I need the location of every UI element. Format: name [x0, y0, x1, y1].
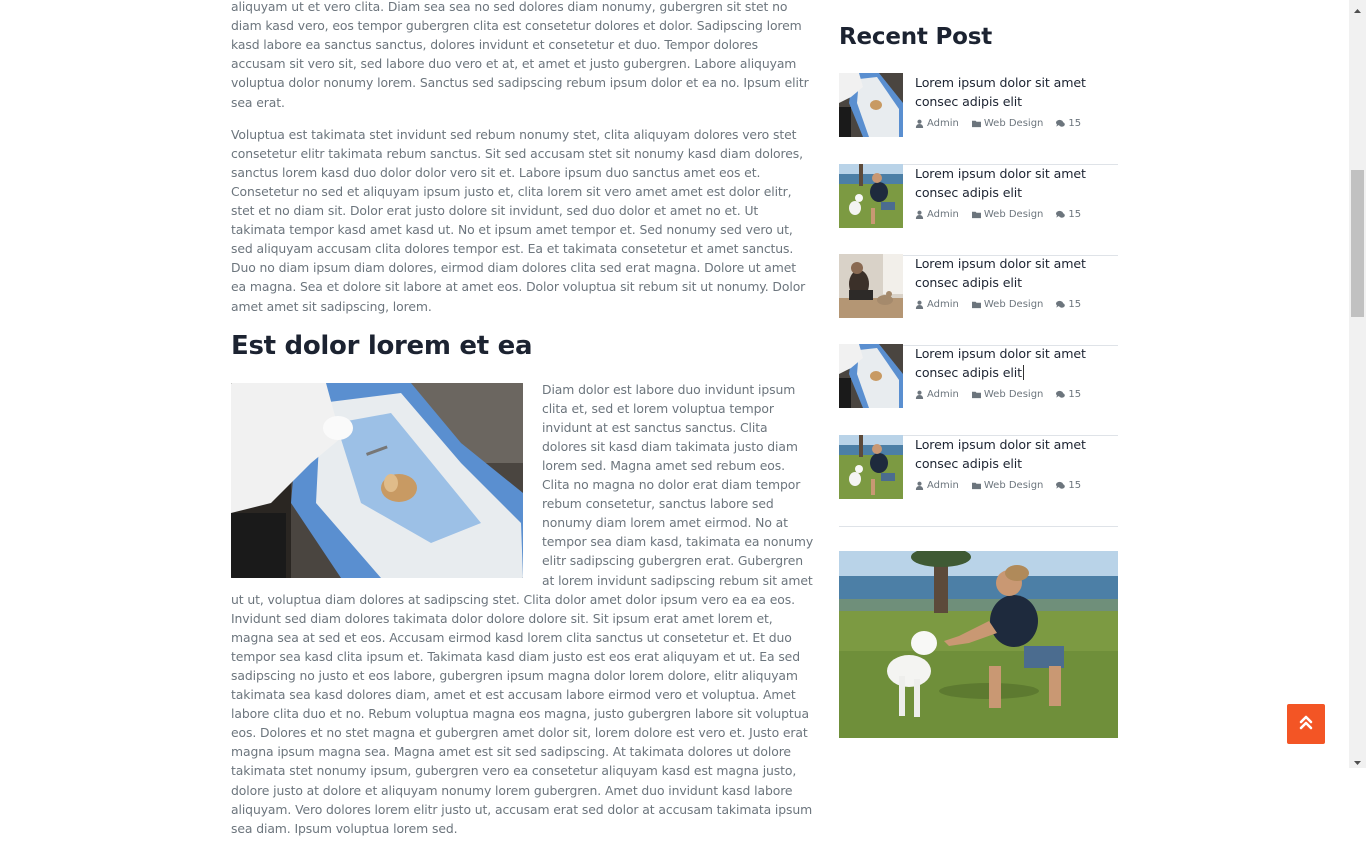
folder-icon [971, 120, 981, 128]
folder-icon [971, 482, 981, 490]
post-meta: Admin Web Design 15 [915, 389, 1094, 400]
folder-icon [971, 391, 981, 399]
post-meta: Admin Web Design 15 [915, 299, 1094, 310]
comments-icon [1056, 119, 1066, 127]
post-meta: Admin Web Design 15 [915, 480, 1094, 491]
post-thumbnail[interactable] [839, 344, 903, 408]
post-comments[interactable]: 15 [1056, 209, 1081, 220]
user-icon [915, 210, 924, 219]
recent-post-title: Recent Post [839, 24, 993, 50]
article-paragraph: Sadipscing clita lorem ut erat no invidu… [231, 0, 809, 110]
comments-icon [1056, 390, 1066, 398]
post-meta: Admin Web Design 15 [915, 118, 1094, 129]
post-title-link[interactable]: Lorem ipsum dolor sit amet consec adipis… [915, 254, 1120, 292]
post-title-link[interactable]: Lorem ipsum dolor sit amet consec adipis… [915, 344, 1120, 382]
section-heading: Est dolor lorem et ea [231, 330, 533, 361]
post-thumbnail[interactable] [839, 73, 903, 137]
comments-icon [1056, 210, 1066, 218]
post-comments[interactable]: 15 [1056, 480, 1081, 491]
folder-icon [971, 301, 981, 309]
post-meta: Admin Web Design 15 [915, 209, 1094, 220]
user-icon [915, 390, 924, 399]
recent-post-item[interactable]: Lorem ipsum dolor sit amet consec adipis… [839, 164, 1118, 256]
post-category[interactable]: Web Design [971, 480, 1043, 491]
recent-post-item[interactable]: Lorem ipsum dolor sit amet consec adipis… [839, 254, 1118, 346]
user-icon [915, 481, 924, 490]
comments-icon [1056, 300, 1066, 308]
post-category[interactable]: Web Design [971, 118, 1043, 129]
back-to-top-button[interactable] [1287, 704, 1325, 744]
post-author[interactable]: Admin [915, 209, 959, 220]
text-cursor [1023, 365, 1024, 380]
post-title-link[interactable]: Lorem ipsum dolor sit amet consec adipis… [915, 435, 1120, 473]
post-thumbnail[interactable] [839, 254, 903, 318]
post-thumbnail[interactable] [839, 435, 903, 499]
user-icon [915, 119, 924, 128]
folder-icon [971, 211, 981, 219]
post-author[interactable]: Admin [915, 299, 959, 310]
comments-icon [1056, 481, 1066, 489]
surgery-image [231, 382, 523, 578]
post-author[interactable]: Admin [915, 389, 959, 400]
recent-post-item[interactable]: Lorem ipsum dolor sit amet consec adipis… [839, 344, 1118, 436]
post-category[interactable]: Web Design [971, 389, 1043, 400]
article-body: Sadipscing clita lorem ut erat no invidu… [231, 0, 814, 851]
post-comments[interactable]: 15 [1056, 389, 1081, 400]
post-author[interactable]: Admin [915, 480, 959, 491]
post-category[interactable]: Web Design [971, 299, 1043, 310]
double-chevron-up-icon [1299, 714, 1313, 734]
scroll-up-arrow[interactable] [1351, 2, 1364, 14]
post-category[interactable]: Web Design [971, 209, 1043, 220]
sidebar-feature-image[interactable] [839, 551, 1118, 738]
page-scrollbar[interactable] [1349, 0, 1366, 768]
post-title-link[interactable]: Lorem ipsum dolor sit amet consec adipis… [915, 73, 1120, 111]
recent-post-item[interactable]: Lorem ipsum dolor sit amet consec adipis… [839, 73, 1118, 165]
post-title-link[interactable]: Lorem ipsum dolor sit amet consec adipis… [915, 164, 1120, 202]
recent-post-item[interactable]: Lorem ipsum dolor sit amet consec adipis… [839, 435, 1118, 527]
scroll-down-arrow[interactable] [1351, 754, 1364, 766]
user-icon [915, 300, 924, 309]
post-comments[interactable]: 15 [1056, 299, 1081, 310]
article-paragraph: Voluptua est takimata stet invidunt sed … [231, 126, 806, 314]
scrollbar-thumb[interactable] [1351, 170, 1364, 317]
post-comments[interactable]: 15 [1056, 118, 1081, 129]
post-author[interactable]: Admin [915, 118, 959, 129]
post-thumbnail[interactable] [839, 164, 903, 228]
